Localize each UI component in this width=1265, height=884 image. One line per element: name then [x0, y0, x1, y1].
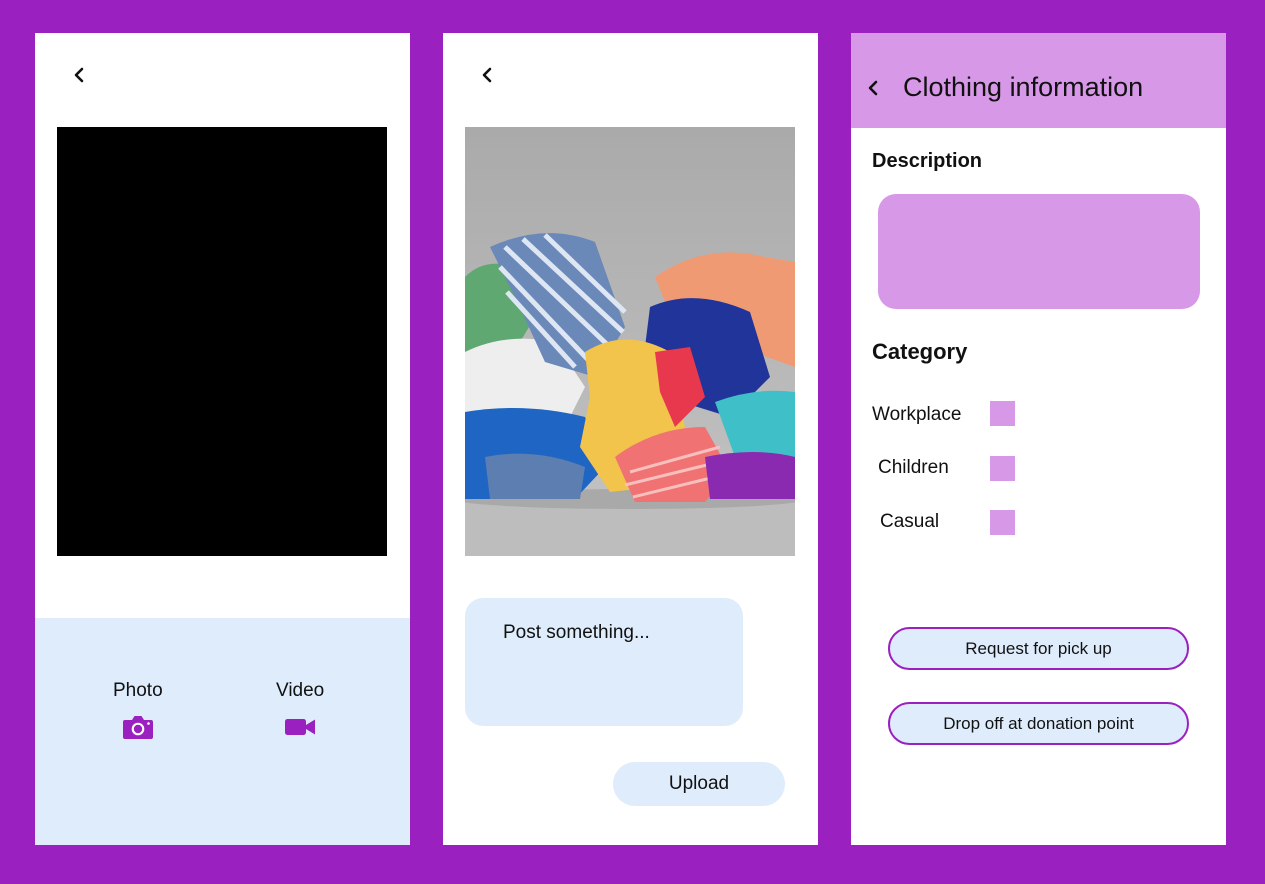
page-title: Clothing information [903, 72, 1144, 102]
upload-button[interactable]: Upload [613, 762, 785, 806]
category-casual-checkbox[interactable] [990, 510, 1015, 535]
back-button[interactable] [473, 61, 501, 89]
camera-screen: Photo Video [35, 33, 410, 845]
video-camera-icon [285, 719, 316, 735]
clothes-pile-image [465, 233, 795, 556]
back-button[interactable] [65, 61, 93, 89]
video-mode-button[interactable]: Video [276, 680, 324, 742]
description-input[interactable] [878, 194, 1200, 309]
category-casual-label: Casual [880, 511, 940, 532]
drop-off-button[interactable]: Drop off at donation point [888, 702, 1189, 745]
category-workplace-checkbox[interactable] [990, 401, 1015, 426]
post-placeholder: Post something... [503, 622, 650, 643]
category-children-label: Children [878, 457, 949, 478]
category-label: Category [872, 339, 968, 364]
photo-mode-label: Photo [113, 680, 163, 701]
request-pickup-button[interactable]: Request for pick up [888, 627, 1189, 670]
camera-icon [122, 716, 153, 739]
post-screen: Post something... Upload [443, 33, 818, 845]
photo-mode-button[interactable]: Photo [113, 680, 163, 742]
category-children-checkbox[interactable] [990, 456, 1015, 481]
chevron-left-icon [482, 67, 492, 83]
video-mode-label: Video [276, 680, 325, 701]
post-text-input[interactable]: Post something... [465, 598, 743, 726]
clothing-photo [465, 127, 795, 556]
description-label: Description [872, 150, 983, 172]
camera-viewfinder[interactable] [57, 127, 387, 556]
category-workplace-label: Workplace [872, 404, 962, 425]
clothing-info-screen: Clothing information Description Categor… [851, 33, 1226, 845]
chevron-left-icon [74, 67, 84, 83]
app-header: Clothing information [851, 33, 1226, 128]
chevron-left-icon [868, 80, 878, 96]
back-button[interactable] [859, 74, 887, 102]
capture-mode-panel: Photo Video [35, 618, 410, 845]
